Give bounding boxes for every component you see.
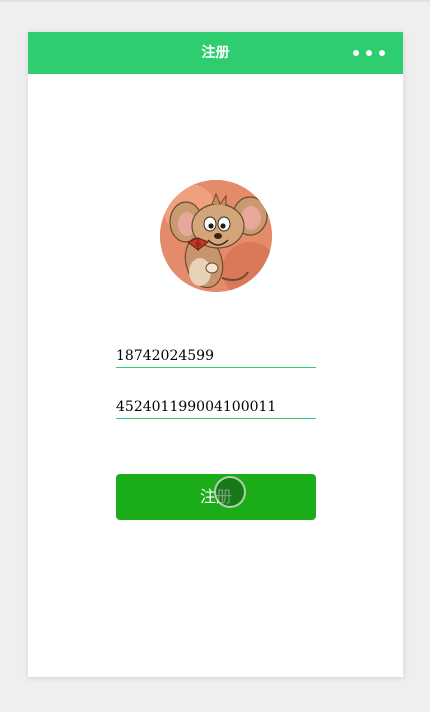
page-title: 注册 <box>201 45 230 61</box>
more-dots-icon <box>366 50 372 56</box>
more-dots-icon <box>379 50 385 56</box>
more-dots-icon <box>353 50 359 56</box>
more-menu-button[interactable] <box>353 47 385 59</box>
app-screen: 注册 18742024599 452401199004100011 注册 <box>28 32 403 677</box>
avatar[interactable] <box>160 180 272 292</box>
navigation-bar: 注册 <box>28 32 403 74</box>
top-divider <box>0 0 430 2</box>
register-button[interactable]: 注册 <box>116 474 316 520</box>
phone-number-input[interactable] <box>116 345 316 368</box>
cartoon-mouse-icon <box>160 180 272 292</box>
id-number-input[interactable] <box>116 396 316 419</box>
